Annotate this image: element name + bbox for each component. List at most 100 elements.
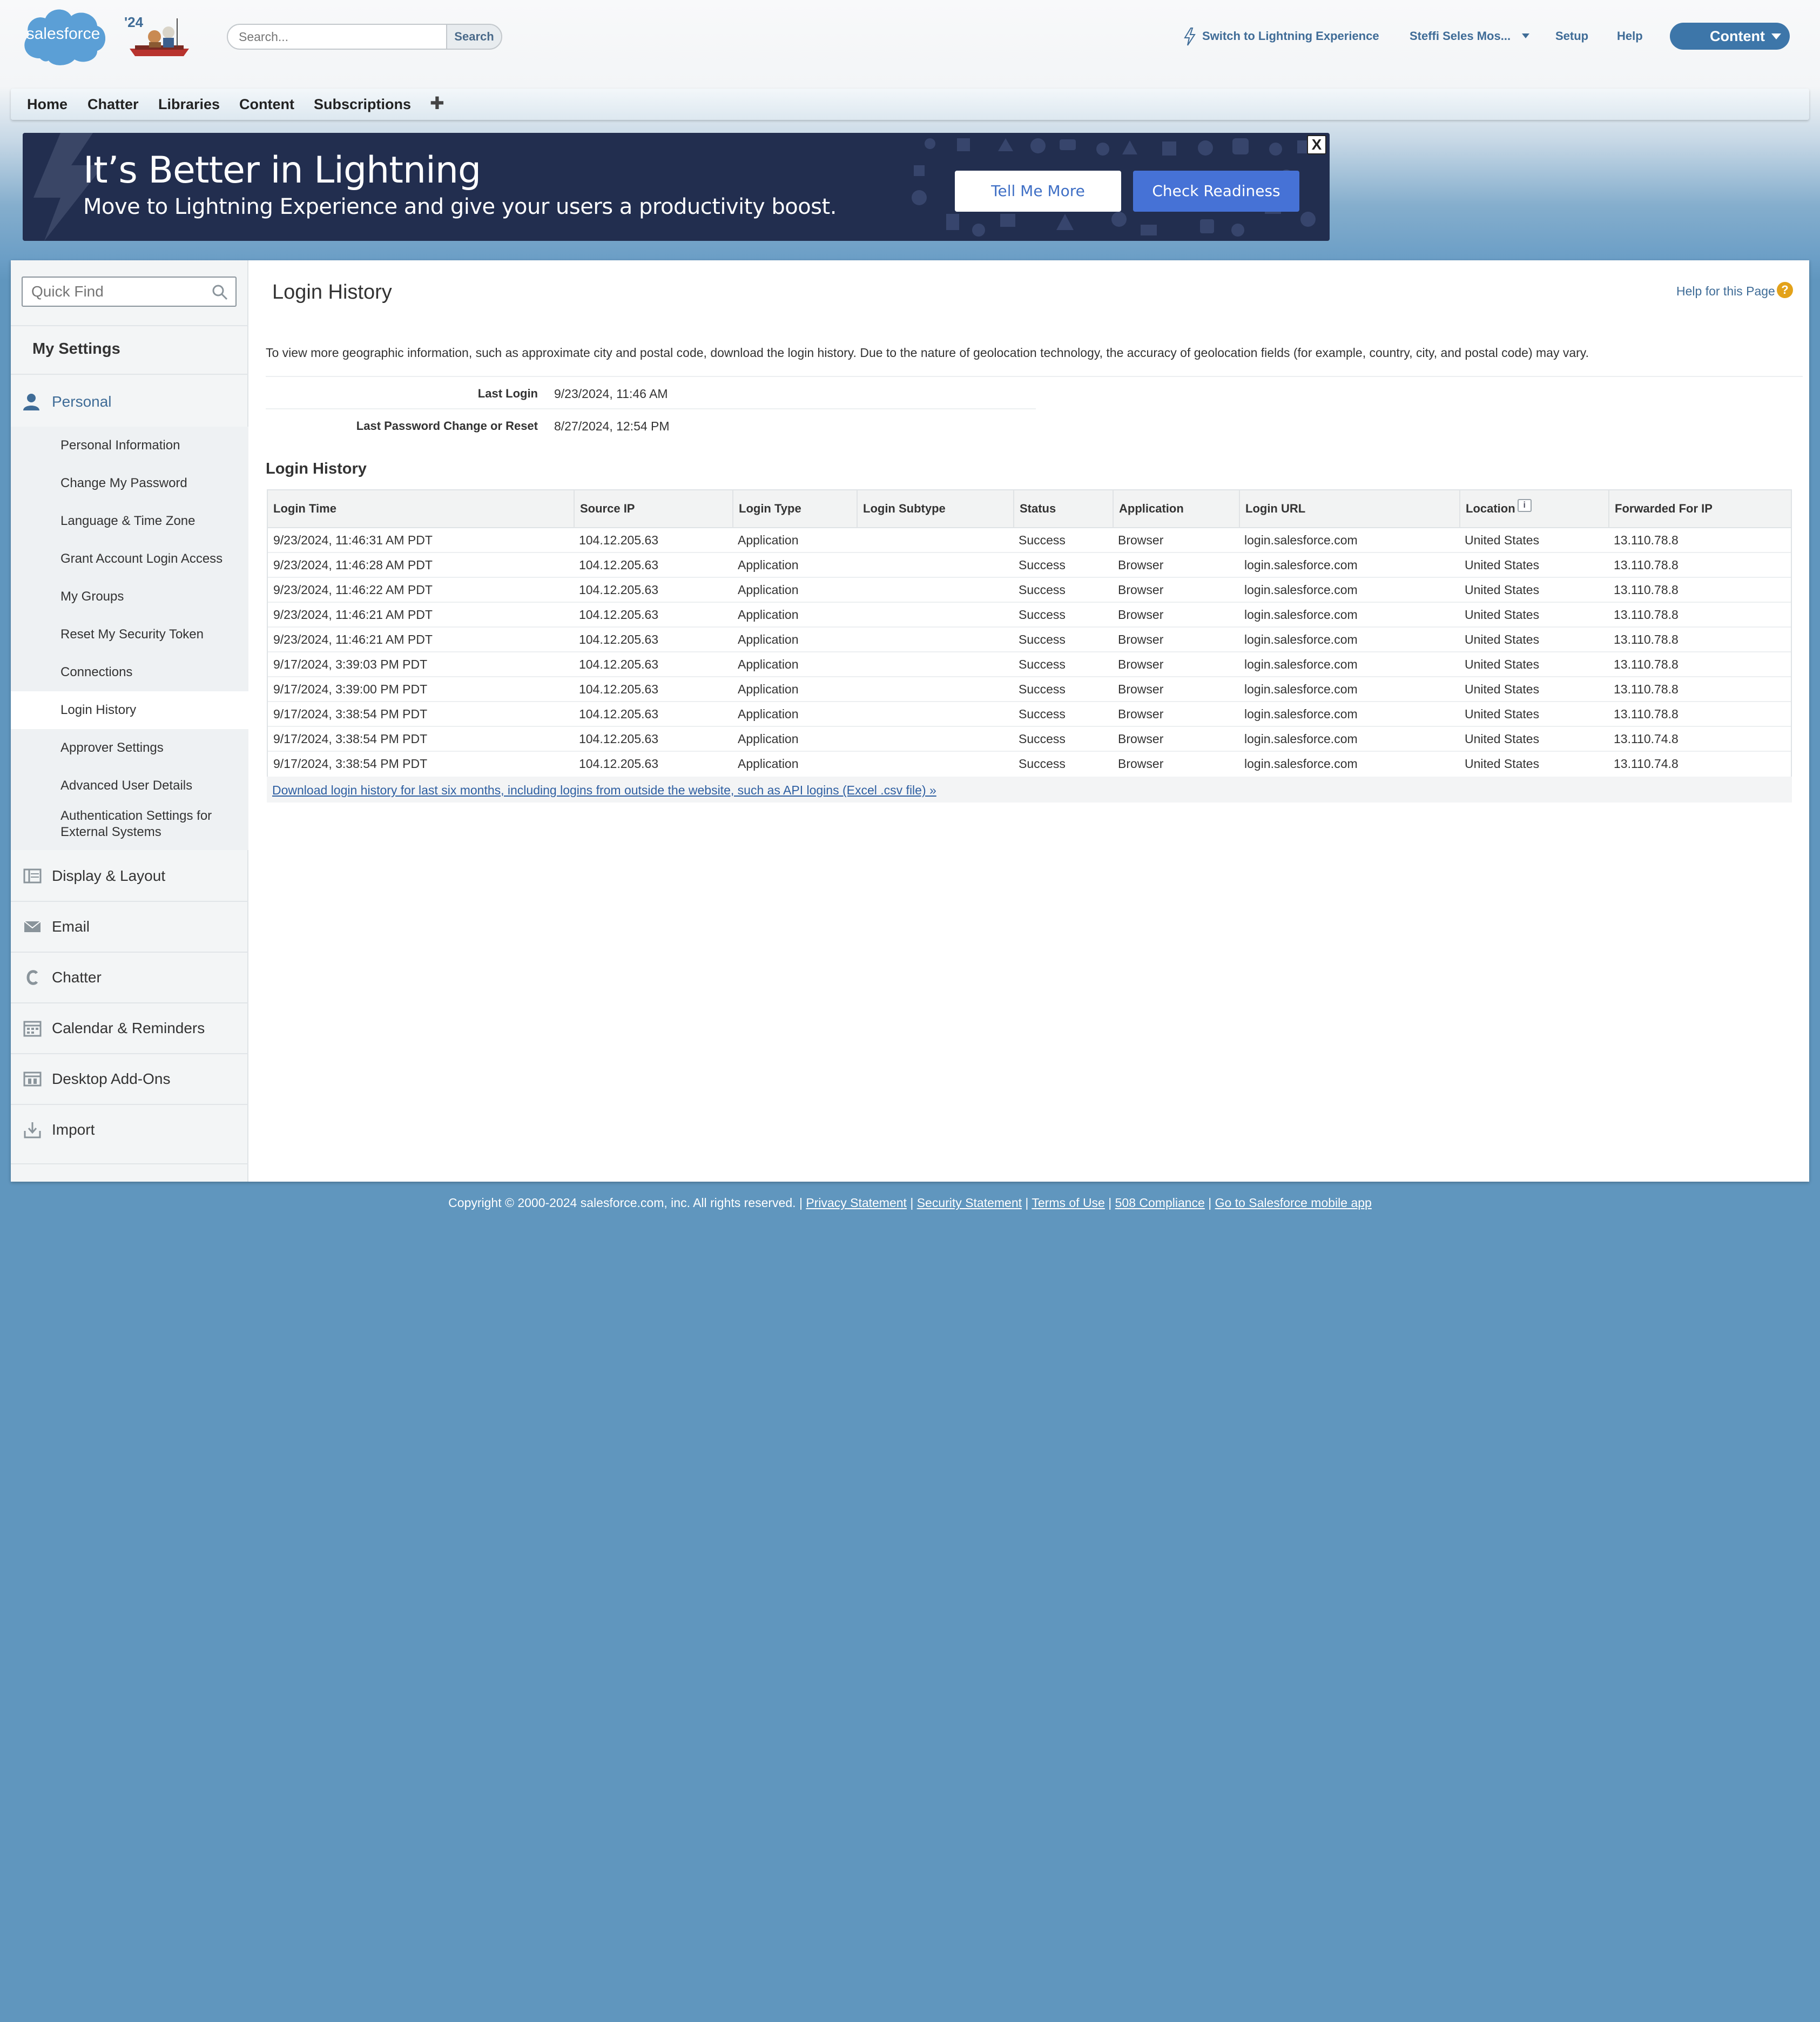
sidebar-item-personal[interactable] [11,375,248,427]
column-header-application[interactable]: Application [1113,490,1239,527]
divider [266,376,1803,377]
sidebar-item-connections[interactable]: Connections [11,653,248,691]
sidebar-item-authentication-settings[interactable]: Authentication Settings for External Sys… [11,805,248,850]
last-password-change-value: 8/27/2024, 12:54 PM [554,419,670,433]
cell-forwarded-for-ip: 13.110.78.8 [1614,657,1679,671]
table-row: 9/23/2024, 11:46:31 AM PDT 104.12.205.63 A… [268,528,1791,553]
switch-to-lightning-link[interactable]: Switch to Lightning Experience [1202,29,1379,43]
cell-forwarded-for-ip: 13.110.74.8 [1614,757,1679,771]
tab-libraries[interactable]: Libraries [158,96,220,113]
cell-location: United States [1465,533,1540,547]
column-header-login-subtype[interactable]: Login Subtype [857,490,1013,527]
cell-login-subtype [857,652,1013,676]
sidebar-item-label: Display & Layout [52,867,166,884]
cell-login-time: 9/17/2024, 3:38:54 PM PDT [273,757,428,771]
column-header-forwarded-for-ip[interactable]: Forwarded For IP [1608,490,1792,527]
column-header-source-ip[interactable]: Source IP [574,490,732,527]
column-header-location[interactable]: Location i [1459,490,1608,527]
table-header: Login Time Source IP Login Type Login Su… [268,490,1791,528]
table-row: 9/23/2024, 11:46:21 AM PDT 104.12.205.63 A… [268,603,1791,628]
calendar-icon [23,1021,42,1037]
sidebar-item-personal-information[interactable]: Personal Information [11,427,248,464]
security-statement-link[interactable]: Security Statement [917,1196,1022,1210]
cell-login-url: login.salesforce.com [1244,657,1358,671]
cell-location: United States [1465,682,1540,696]
cell-status: Success [1019,533,1066,547]
terms-of-use-link[interactable]: Terms of Use [1032,1196,1104,1210]
tell-me-more-button[interactable]: Tell Me More [955,171,1121,212]
info-icon[interactable]: i [1517,499,1532,512]
cell-login-time: 9/23/2024, 11:46:31 AM PDT [273,533,433,547]
cell-application: Browser [1118,583,1164,597]
table-row: 9/23/2024, 11:46:21 AM PDT 104.12.205.63 A… [268,628,1791,652]
cell-forwarded-for-ip: 13.110.74.8 [1614,732,1679,746]
user-menu[interactable]: Steffi Seles Mos... [1410,29,1511,43]
sidebar-item-language-time-zone[interactable]: Language & Time Zone [11,502,248,540]
global-search-input[interactable] [227,24,448,50]
cell-login-subtype [857,702,1013,726]
sidebar-item-chatter[interactable]: Chatter [11,952,248,1002]
close-icon[interactable]: X [1307,135,1326,154]
chevron-down-icon[interactable] [1522,33,1529,38]
column-header-status[interactable]: Status [1013,490,1113,527]
sidebar-item-calendar-reminders[interactable]: Calendar & Reminders [11,1002,248,1053]
help-for-this-page-link[interactable]: Help for this Page [1676,284,1775,299]
cell-location: United States [1465,757,1540,771]
sidebar-item-display-layout[interactable]: Display & Layout [11,850,248,901]
sidebar-item-login-history[interactable]: Login History [11,691,248,729]
column-header-login-type[interactable]: Login Type [732,490,857,527]
column-header-login-time[interactable]: Login Time [268,490,574,527]
cell-source-ip: 104.12.205.63 [579,608,659,622]
cell-application: Browser [1118,657,1164,671]
cell-login-url: login.salesforce.com [1244,682,1358,696]
sidebar-item-reset-security-token[interactable]: Reset My Security Token [11,616,248,653]
download-login-history-link[interactable]: Download login history for last six mont… [272,783,936,798]
sidebar-item-label: Email [52,918,90,935]
sidebar-item-import[interactable]: Import [11,1104,248,1155]
tab-bar: Home Chatter Libraries Content Subscript… [11,89,1809,120]
sidebar-item-desktop-add-ons[interactable]: Desktop Add-Ons [11,1053,248,1104]
508-compliance-link[interactable]: 508 Compliance [1115,1196,1205,1210]
lightning-promo-banner: It’s Better in Lightning Move to Lightni… [23,133,1330,241]
cell-login-time: 9/23/2024, 11:46:22 AM PDT [273,583,433,597]
sidebar-item-change-my-password[interactable]: Change My Password [11,464,248,502]
help-link[interactable]: Help [1617,29,1643,43]
check-readiness-button[interactable]: Check Readiness [1133,171,1299,212]
chevron-down-icon[interactable] [1771,33,1781,39]
tab-subscriptions[interactable]: Subscriptions [314,96,411,113]
cell-source-ip: 104.12.205.63 [579,533,659,547]
salesforce-mobile-app-link[interactable]: Go to Salesforce mobile app [1215,1196,1372,1210]
copyright-text: Copyright © 2000-2024 salesforce.com, in… [448,1196,796,1210]
tab-chatter[interactable]: Chatter [87,96,139,113]
tab-home[interactable]: Home [27,96,68,113]
cell-login-time: 9/17/2024, 3:38:54 PM PDT [273,707,428,721]
cell-login-url: login.salesforce.com [1244,533,1358,547]
search-button[interactable]: Search [446,24,502,50]
cell-source-ip: 104.12.205.63 [579,682,659,696]
tab-content[interactable]: Content [239,96,294,113]
settings-sidebar: My Settings Personal Personal Informatio… [11,260,248,1182]
table-row: 9/23/2024, 11:46:22 AM PDT 104.12.205.63 A… [268,578,1791,603]
cell-login-time: 9/23/2024, 11:46:21 AM PDT [273,632,433,646]
sidebar-item-advanced-user-details[interactable]: Advanced User Details [11,767,248,805]
column-header-login-url[interactable]: Login URL [1239,490,1459,527]
sidebar-item-grant-account-login-access[interactable]: Grant Account Login Access [11,540,248,578]
cell-login-subtype [857,553,1013,577]
sidebar-item-approver-settings[interactable]: Approver Settings [11,729,248,767]
privacy-statement-link[interactable]: Privacy Statement [806,1196,907,1210]
cell-source-ip: 104.12.205.63 [579,583,659,597]
setup-link[interactable]: Setup [1555,29,1588,43]
cell-application: Browser [1118,533,1164,547]
sidebar-item-my-groups[interactable]: My Groups [11,578,248,616]
sidebar-item-email[interactable]: Email [11,901,248,952]
cell-login-url: login.salesforce.com [1244,707,1358,721]
cell-login-url: login.salesforce.com [1244,558,1358,572]
global-header: salesforce '24 Search Switch to Lightnin… [0,0,1820,86]
person-icon [23,394,39,410]
cell-forwarded-for-ip: 13.110.78.8 [1614,533,1679,547]
page-title: Login History [272,281,392,304]
quick-find-input[interactable] [22,277,237,307]
login-history-table: Login Time Source IP Login Type Login Su… [267,489,1792,778]
all-tabs-plus-icon[interactable]: ✚ [430,93,444,113]
help-question-icon[interactable]: ? [1776,281,1794,299]
